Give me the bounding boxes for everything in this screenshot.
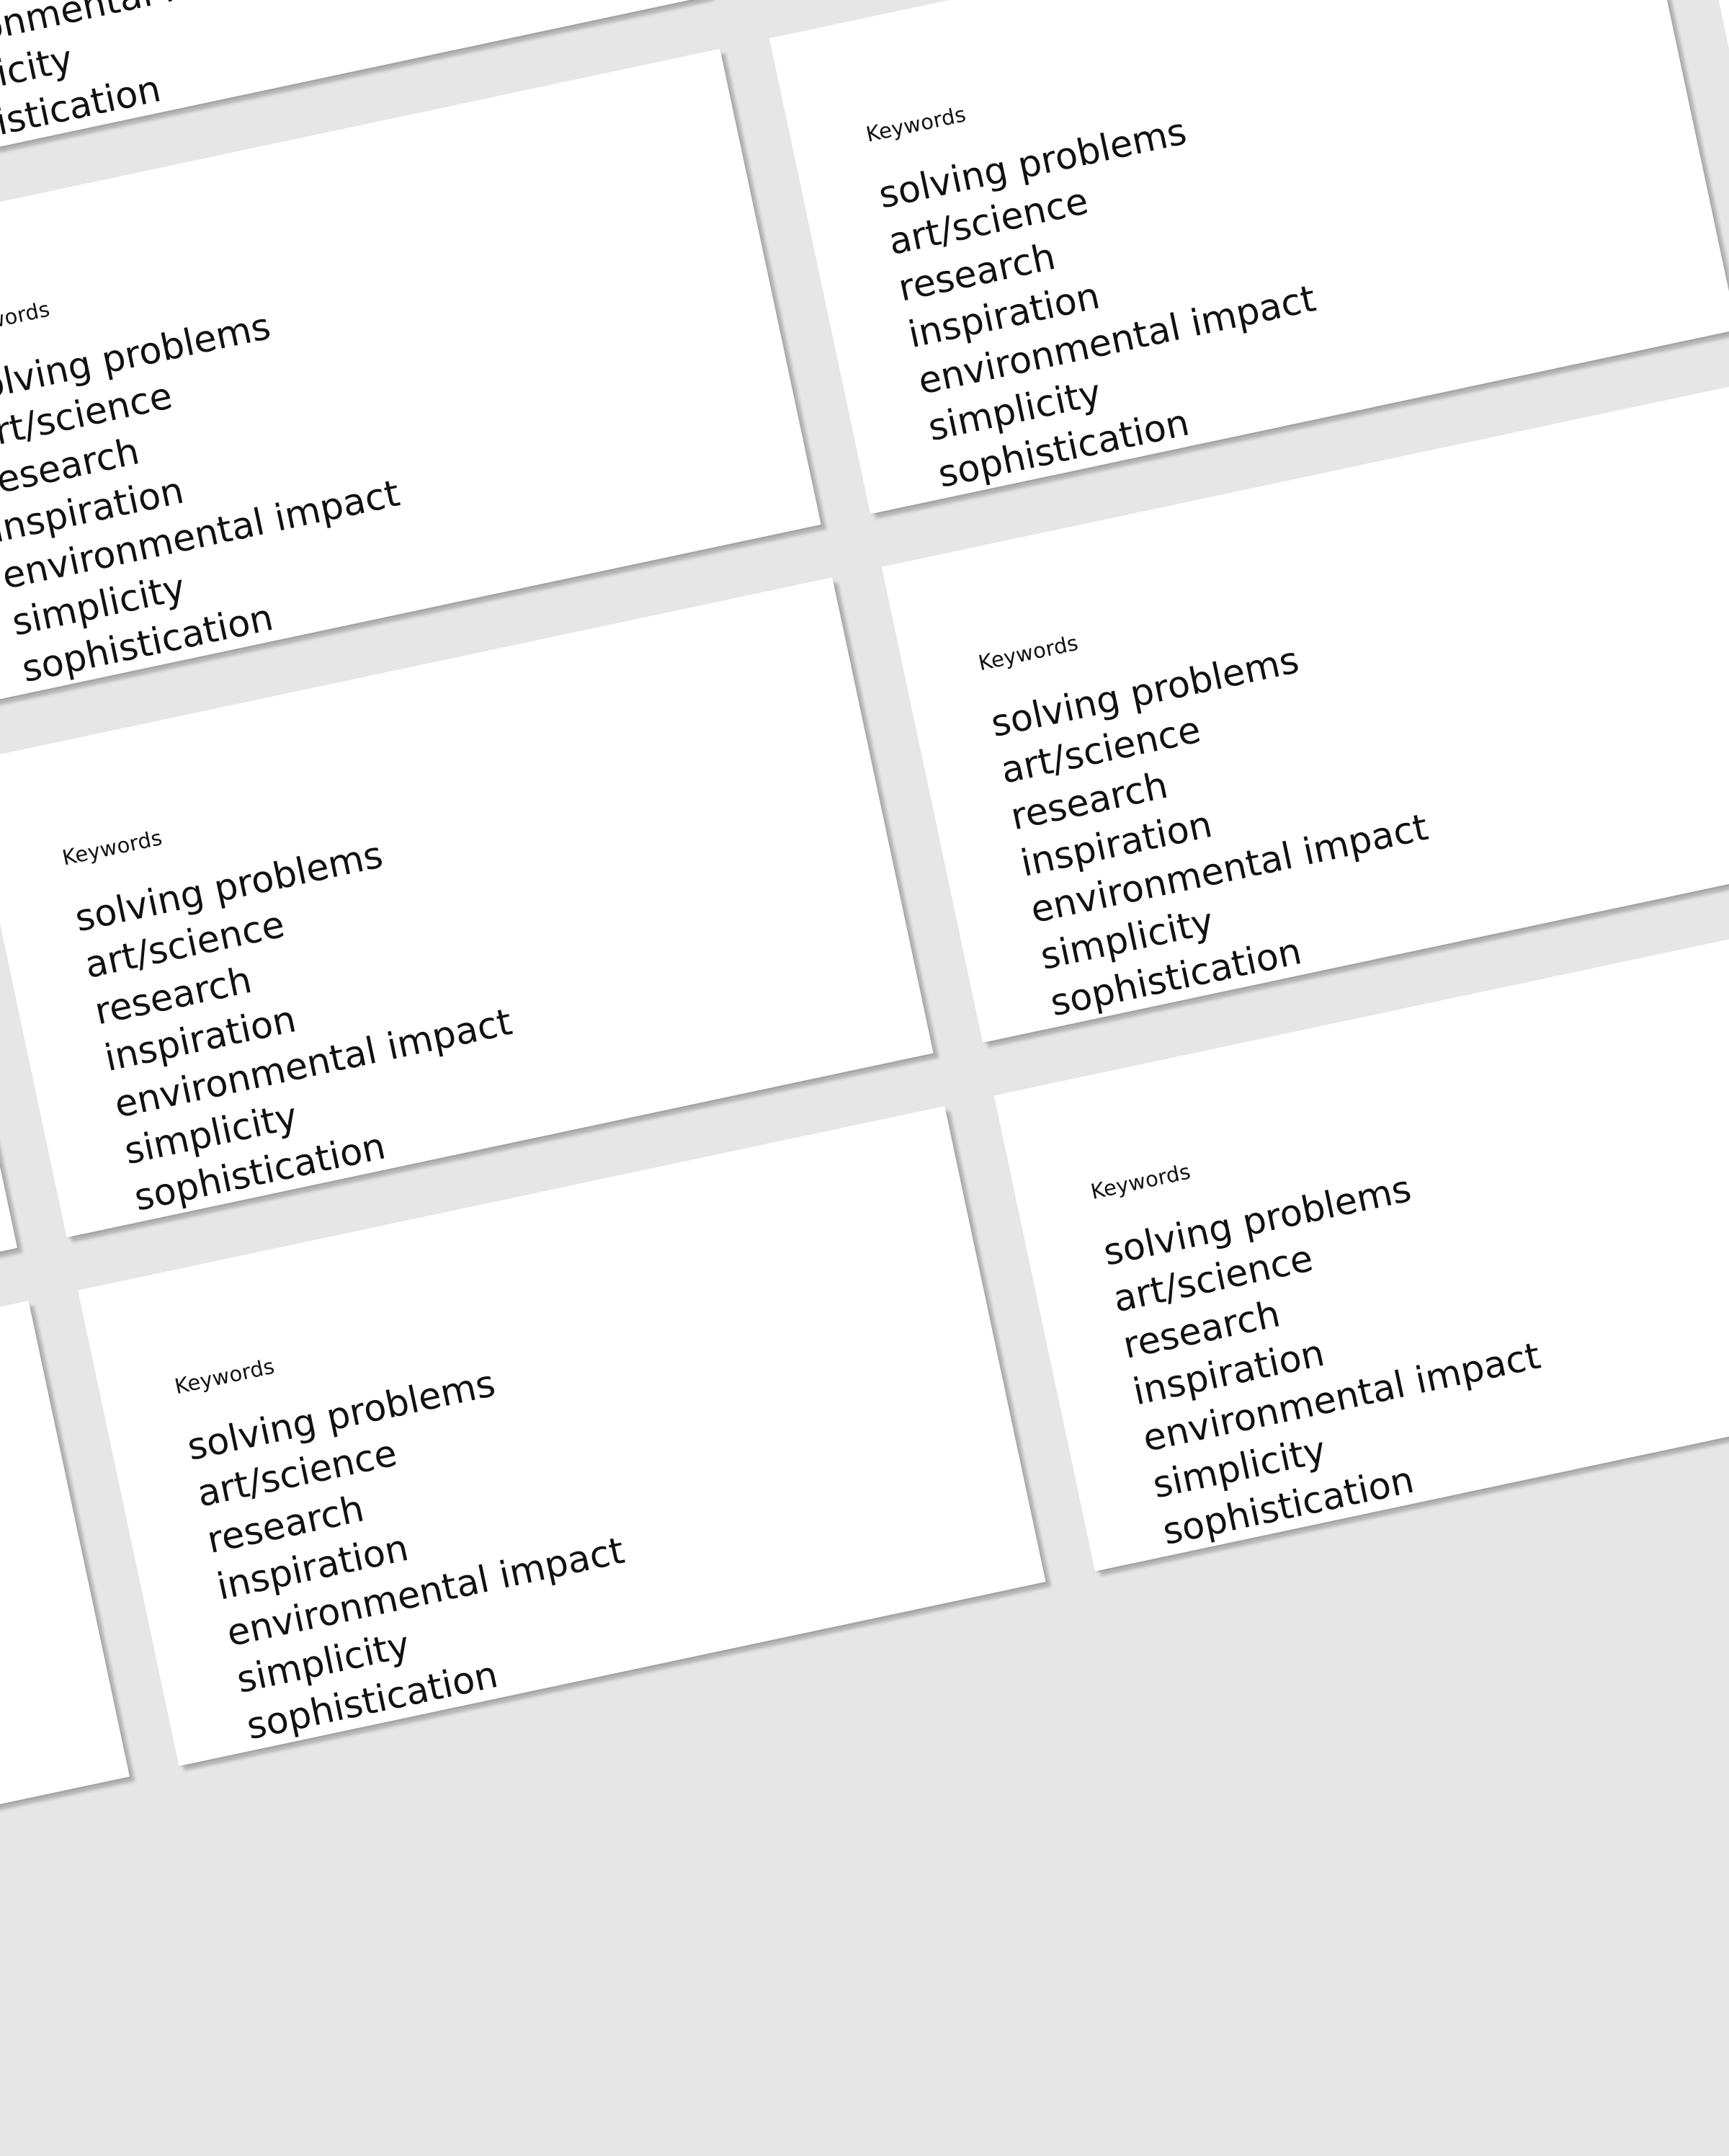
card-title: Keywords bbox=[60, 825, 165, 870]
card-title: Keywords bbox=[976, 630, 1081, 676]
card-title: Keywords bbox=[172, 1353, 277, 1399]
keyword-list: solving problems art/science research in… bbox=[875, 89, 1349, 514]
card-title: Keywords bbox=[864, 102, 968, 147]
keywords-card: Keywords solving problems art/science re… bbox=[78, 1105, 1046, 1766]
keyword-list: solving problems art/science research in… bbox=[1099, 1146, 1574, 1572]
keyword-list: solving problems art/science research in… bbox=[0, 284, 434, 709]
card-title: Keywords bbox=[1088, 1159, 1193, 1204]
keyword-list: solving problems art/science research in… bbox=[987, 618, 1462, 1043]
keyword-list: solving problems art/science research in… bbox=[183, 1342, 658, 1766]
keyword-list: solving problems art/science research in… bbox=[71, 813, 545, 1237]
card-title: Keywords bbox=[0, 296, 53, 342]
